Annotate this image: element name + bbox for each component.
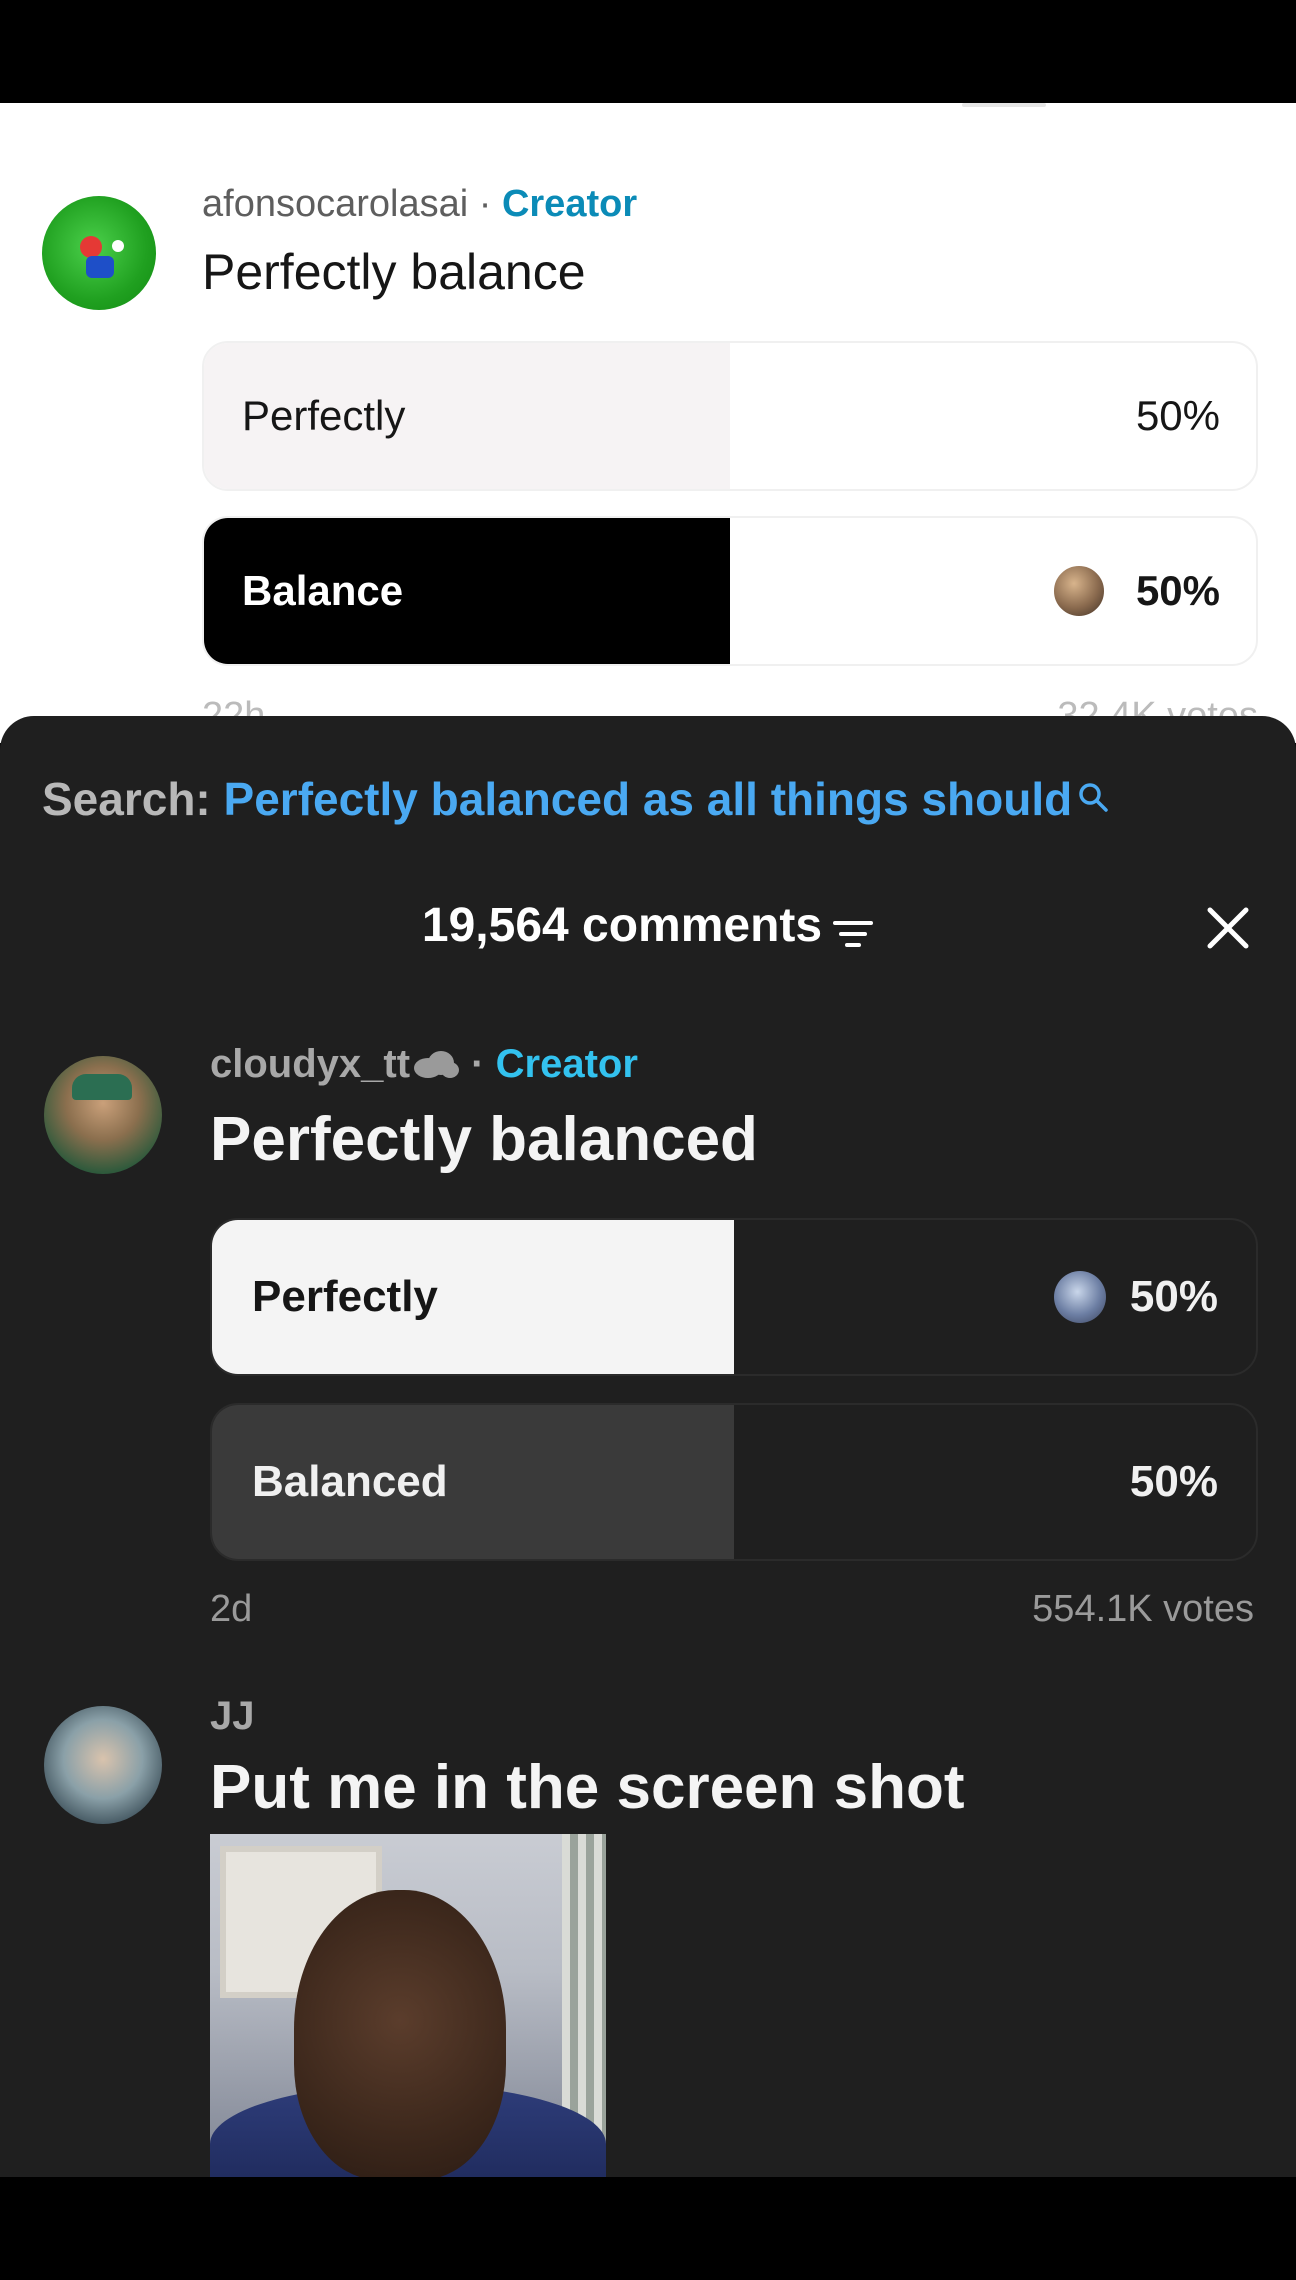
bottom-black-bar [0,2177,1296,2280]
poll-option-percent: 50% [1129,1457,1218,1506]
creator-badge: Creator [495,1042,638,1086]
comment-age: 2d [210,1588,253,1630]
comments-sheet: Search: Perfectly balanced as all things… [0,716,1296,2177]
voter-avatar [1054,1271,1106,1323]
author-name[interactable]: afonsocarolasai [202,183,468,225]
creator-badge: Creator [501,183,638,225]
poll-option-percent: 50% [1135,392,1220,439]
poll-option-perfectly[interactable]: Perfectly 50% [210,1218,1258,1376]
avatar[interactable] [42,196,156,310]
comment-text: Put me in the screen shot [210,1753,965,1822]
poll-option-label: Perfectly [242,392,406,439]
poll-option-perfectly[interactable]: Perfectly 50% [202,341,1258,491]
cloud-icon [410,1044,460,1089]
comment-text: Perfectly balanced [210,1105,758,1174]
comments-header: 19,564 comments [0,898,1296,968]
poll-option-label: Perfectly [252,1272,438,1321]
comment-meta: cloudyx_tt · Creator [210,1042,638,1089]
background-post: afonsocarolasai · Creator Perfectly bala… [0,103,1296,743]
poll-option-label: Balanced [252,1457,448,1506]
avatar[interactable] [44,1706,162,1824]
search-icon[interactable] [1076,772,1110,826]
search-suggestion[interactable]: Search: Perfectly balanced as all things… [42,772,1110,826]
separator: · [478,183,492,225]
vote-count: 554.1K votes [1032,1588,1254,1630]
author-name[interactable]: cloudyx_tt [210,1042,410,1086]
search-label: Search: [42,773,211,825]
poll-option-balanced[interactable]: Balanced 50% [210,1403,1258,1561]
poll-option-percent: 50% [1129,1272,1218,1321]
poll-option-balance[interactable]: Balance 50% [202,516,1258,666]
poll-option-label: Balance [242,567,404,614]
sort-filter-icon[interactable] [832,916,874,957]
comment-image[interactable] [210,1834,606,2177]
author-name[interactable]: JJ [210,1694,255,1739]
close-icon[interactable] [1202,902,1254,954]
voter-avatar [1052,564,1106,618]
post-title: Perfectly balance [202,244,586,300]
comment-count: 19,564 comments [421,899,823,952]
top-black-bar [0,0,1296,103]
avatar[interactable] [44,1056,162,1174]
poll-option-percent: 50% [1135,567,1220,614]
separator: · [471,1042,485,1086]
search-query-link[interactable]: Perfectly balanced as all things should [224,773,1073,825]
drag-handle[interactable] [962,103,1046,107]
post-meta: afonsocarolasai · Creator [202,183,637,226]
